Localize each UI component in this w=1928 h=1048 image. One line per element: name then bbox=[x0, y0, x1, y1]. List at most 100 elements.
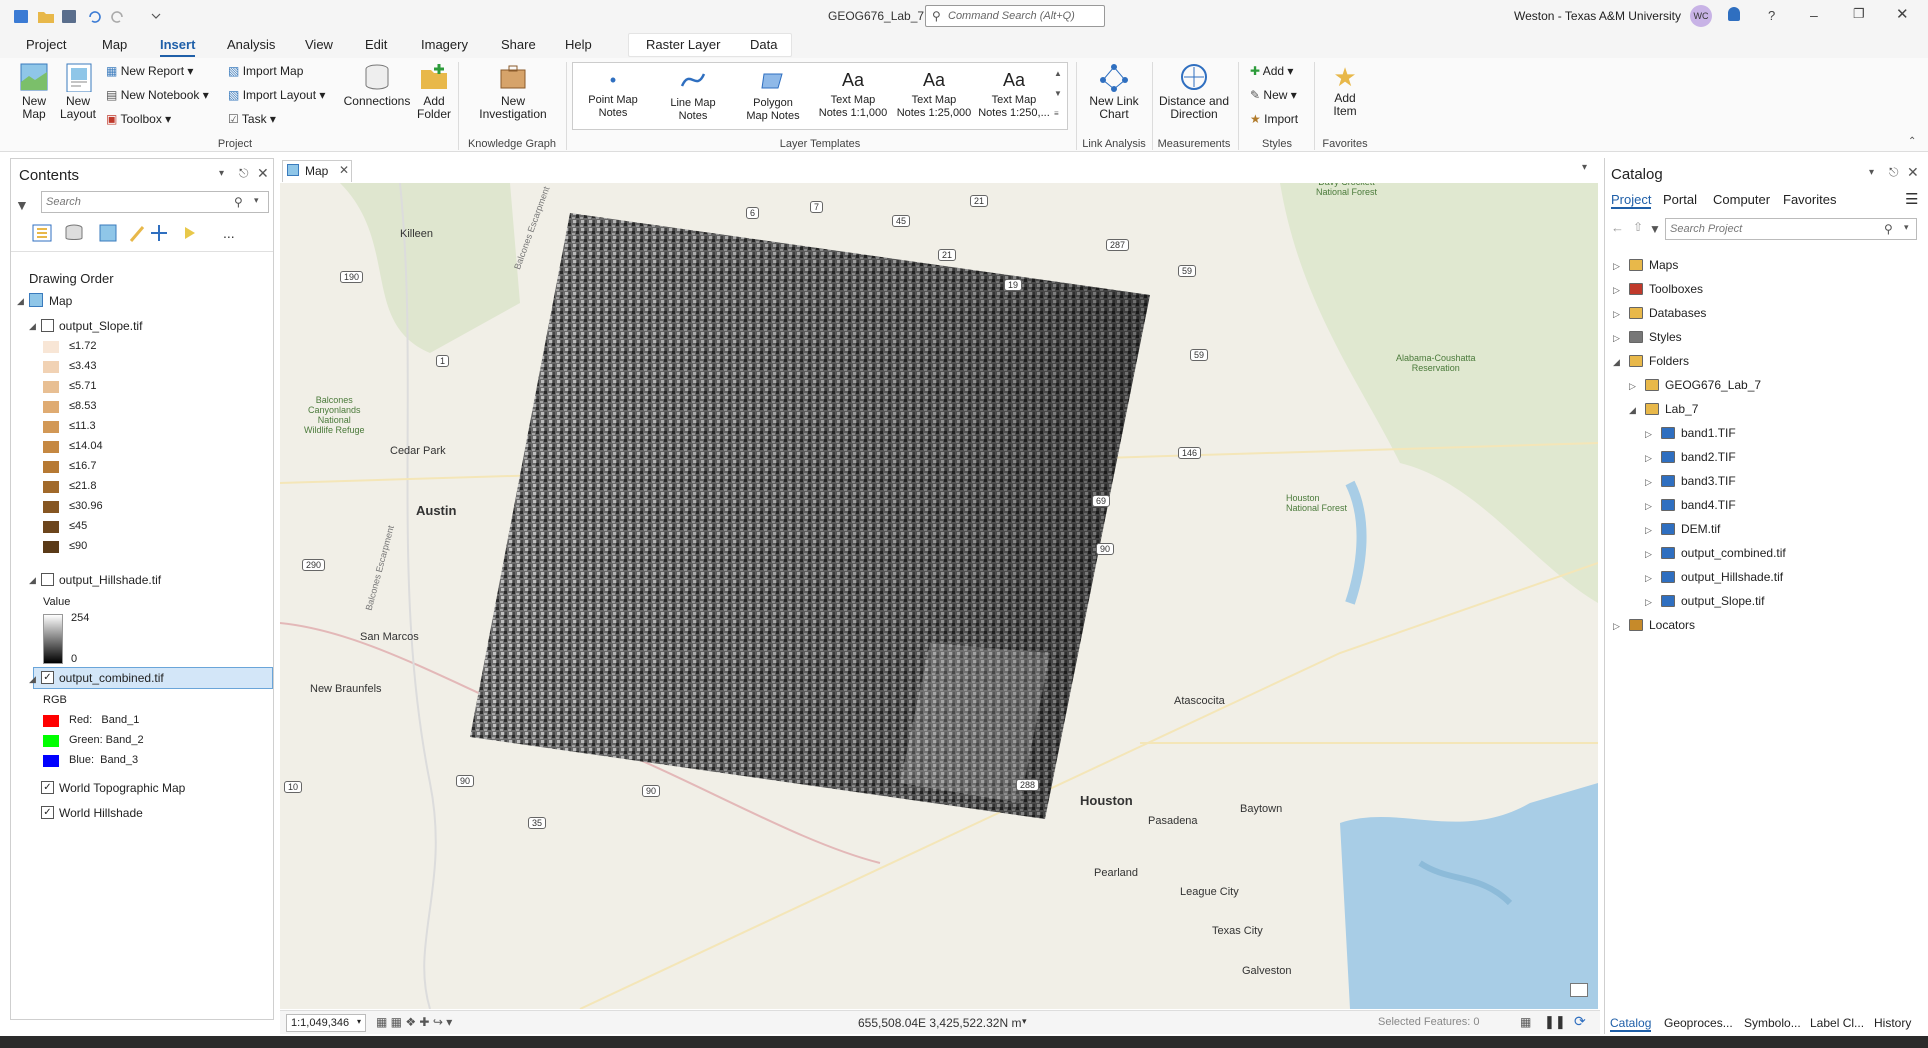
catalog-item[interactable]: band3.TIF bbox=[1681, 474, 1736, 488]
expand-triangle-icon[interactable]: ◢ bbox=[1613, 357, 1620, 368]
expand-triangle-icon[interactable]: ▷ bbox=[1645, 453, 1652, 464]
more-options-button[interactable]: ... bbox=[223, 225, 235, 241]
toc-layer-world-hillshade[interactable]: World Hillshade bbox=[59, 806, 143, 820]
catalog-item[interactable]: DEM.tif bbox=[1681, 522, 1720, 536]
close-pane-icon[interactable]: ✕ bbox=[257, 165, 269, 182]
expand-triangle-icon[interactable]: ◢ bbox=[17, 296, 24, 307]
slope-class-swatch[interactable] bbox=[43, 501, 59, 513]
tab-help[interactable]: Help bbox=[565, 37, 592, 52]
slope-class-swatch[interactable] bbox=[43, 401, 59, 413]
slope-class-swatch[interactable] bbox=[43, 341, 59, 353]
new-notebook-button[interactable]: ▤ New Notebook ▾ bbox=[106, 88, 209, 102]
filter-icon[interactable]: ▦ bbox=[1520, 1015, 1531, 1029]
hillshade-base-visibility-checkbox[interactable]: ✓ bbox=[41, 806, 54, 819]
expand-triangle-icon[interactable]: ▷ bbox=[1645, 597, 1652, 608]
catalog-item[interactable]: GEOG676_Lab_7 bbox=[1665, 378, 1761, 392]
slope-class-swatch[interactable] bbox=[43, 481, 59, 493]
scale-selector[interactable]: 1:1,049,346 ▾ bbox=[286, 1014, 366, 1032]
import-layout-button[interactable]: ▧ Import Layout ▾ bbox=[228, 88, 325, 102]
tab-imagery[interactable]: Imagery bbox=[421, 37, 468, 52]
expand-triangle-icon[interactable]: ◢ bbox=[29, 575, 36, 586]
slope-class-swatch[interactable] bbox=[43, 441, 59, 453]
hillshade-visibility-checkbox[interactable] bbox=[41, 573, 54, 586]
expand-triangle-icon[interactable]: ▷ bbox=[1645, 549, 1652, 560]
search-icon[interactable]: ⚲ bbox=[1884, 222, 1893, 236]
filter-icon[interactable]: ▼ bbox=[15, 197, 29, 213]
distance-direction-button[interactable]: Distance and Direction bbox=[1156, 62, 1232, 121]
chevron-down-icon[interactable]: ▾ bbox=[1582, 162, 1587, 173]
slope-class-swatch[interactable] bbox=[43, 521, 59, 533]
dock-tab-label-class[interactable]: Label Cl... bbox=[1810, 1016, 1864, 1030]
catalog-item[interactable]: Databases bbox=[1649, 306, 1706, 320]
catalog-tab-favorites[interactable]: Favorites bbox=[1783, 192, 1836, 207]
dock-tab-history[interactable]: History bbox=[1874, 1016, 1911, 1030]
expand-triangle-icon[interactable]: ▷ bbox=[1645, 477, 1652, 488]
tab-insert[interactable]: Insert bbox=[160, 37, 196, 57]
refresh-icon[interactable]: ⟳ bbox=[1574, 1013, 1586, 1030]
tab-edit[interactable]: Edit bbox=[365, 37, 387, 52]
minimize-button[interactable]: – bbox=[1810, 7, 1818, 23]
gallery-scroll[interactable]: ▲ ▼ ≡ bbox=[1054, 64, 1062, 124]
expand-triangle-icon[interactable]: ◢ bbox=[29, 321, 36, 332]
catalog-tab-project[interactable]: Project bbox=[1611, 192, 1652, 209]
toc-layer-slope[interactable]: output_Slope.tif bbox=[59, 319, 142, 333]
connections-button[interactable]: Connections bbox=[342, 62, 412, 108]
dock-tab-symbology[interactable]: Symbolo... bbox=[1744, 1016, 1801, 1030]
filter-icon[interactable]: ▼ bbox=[1649, 222, 1661, 236]
add-item-button[interactable]: ★ Add Item bbox=[1320, 62, 1370, 118]
catalog-item[interactable]: Lab_7 bbox=[1665, 402, 1698, 416]
tab-project[interactable]: Project bbox=[26, 37, 66, 52]
quick-access-toolbar[interactable] bbox=[12, 8, 182, 26]
tab-data[interactable]: Data bbox=[750, 37, 777, 52]
slope-class-swatch[interactable] bbox=[43, 361, 59, 373]
help-button[interactable]: ? bbox=[1768, 8, 1775, 23]
catalog-item[interactable]: Maps bbox=[1649, 258, 1678, 272]
catalog-item[interactable]: output_Slope.tif bbox=[1681, 594, 1764, 608]
tab-map[interactable]: Map bbox=[102, 37, 127, 52]
catalog-item[interactable]: output_combined.tif bbox=[1681, 546, 1786, 560]
up-icon[interactable]: ⇧ bbox=[1633, 220, 1643, 234]
pause-icon[interactable]: ❚❚ bbox=[1544, 1014, 1566, 1030]
expand-triangle-icon[interactable]: ▷ bbox=[1613, 285, 1620, 296]
close-pane-icon[interactable]: ✕ bbox=[1907, 164, 1919, 181]
search-icon[interactable]: ⚲ bbox=[234, 195, 243, 209]
chevron-down-icon[interactable]: ▾ bbox=[254, 195, 259, 206]
catalog-tab-computer[interactable]: Computer bbox=[1713, 192, 1770, 207]
collapse-ribbon-icon[interactable]: ⌃ bbox=[1908, 136, 1916, 147]
add-style-button[interactable]: ✚ Add ▾ bbox=[1250, 64, 1293, 78]
slope-visibility-checkbox[interactable] bbox=[41, 319, 54, 332]
catalog-tab-portal[interactable]: Portal bbox=[1663, 192, 1697, 207]
pin-icon[interactable]: ⎋ bbox=[239, 166, 249, 181]
polygon-map-notes-button[interactable]: Polygon Map Notes bbox=[738, 66, 808, 123]
text-notes-250000-button[interactable]: Aa Text Map Notes 1:250,... bbox=[976, 66, 1052, 120]
overview-icon[interactable] bbox=[1570, 983, 1588, 997]
expand-triangle-icon[interactable]: ◢ bbox=[29, 674, 36, 685]
expand-triangle-icon[interactable]: ▷ bbox=[1613, 261, 1620, 272]
catalog-item[interactable]: band2.TIF bbox=[1681, 450, 1736, 464]
nav-tools[interactable]: ▦ ▦ ❖ ✚ ↪ ▾ bbox=[376, 1015, 452, 1029]
expand-triangle-icon[interactable]: ▷ bbox=[1613, 621, 1620, 632]
new-map-button[interactable]: New Map bbox=[14, 62, 54, 121]
tab-view[interactable]: View bbox=[305, 37, 333, 52]
tab-analysis[interactable]: Analysis bbox=[227, 37, 275, 52]
map-view-tab[interactable]: Map ✕ bbox=[282, 160, 352, 182]
expand-triangle-icon[interactable]: ▷ bbox=[1613, 309, 1620, 320]
point-map-notes-button[interactable]: • Point Map Notes bbox=[578, 66, 648, 120]
catalog-item[interactable]: Folders bbox=[1649, 354, 1689, 368]
new-layout-button[interactable]: New Layout bbox=[56, 62, 100, 121]
toc-layer-topo[interactable]: World Topographic Map bbox=[59, 781, 185, 795]
topo-visibility-checkbox[interactable]: ✓ bbox=[41, 781, 54, 794]
catalog-item[interactable]: Styles bbox=[1649, 330, 1682, 344]
combined-visibility-checkbox[interactable]: ✓ bbox=[41, 671, 54, 684]
text-notes-1000-button[interactable]: Aa Text Map Notes 1:1,000 bbox=[816, 66, 890, 120]
pane-menu-icon[interactable]: ▾ bbox=[219, 168, 224, 179]
command-search[interactable]: ⚲ Command Search (Alt+Q) bbox=[925, 5, 1105, 27]
text-notes-25000-button[interactable]: Aa Text Map Notes 1:25,000 bbox=[894, 66, 974, 120]
tab-share[interactable]: Share bbox=[501, 37, 536, 52]
tab-raster-layer[interactable]: Raster Layer bbox=[646, 37, 720, 52]
back-icon[interactable]: ← bbox=[1611, 220, 1624, 235]
dock-tab-catalog[interactable]: Catalog bbox=[1610, 1016, 1652, 1032]
close-button[interactable]: ✕ bbox=[1896, 5, 1909, 23]
expand-triangle-icon[interactable]: ▷ bbox=[1645, 429, 1652, 440]
notification-icon[interactable] bbox=[1728, 7, 1740, 21]
